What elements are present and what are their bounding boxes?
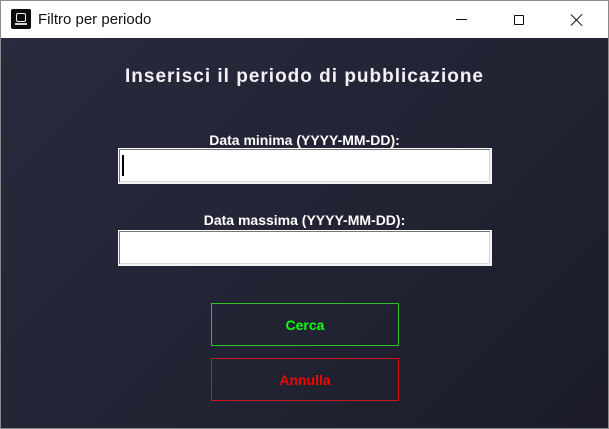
min-date-input[interactable]	[118, 148, 492, 184]
title-bar[interactable]: Filtro per periodo	[1, 1, 608, 38]
close-icon	[570, 13, 584, 27]
app-window: Filtro per periodo Inserisci il periodo …	[0, 0, 609, 429]
window-title: Filtro per periodo	[38, 11, 152, 28]
min-date-label: Data minima (YYYY-MM-DD):	[209, 132, 400, 148]
maximize-button[interactable]	[496, 1, 542, 38]
search-button[interactable]: Cerca	[211, 303, 399, 346]
max-date-input[interactable]	[118, 230, 492, 266]
text-cursor	[122, 155, 124, 176]
app-icon	[11, 9, 31, 29]
minimize-icon	[455, 19, 467, 20]
dialog-content: Inserisci il periodo di pubblicazione Da…	[1, 38, 608, 428]
close-button[interactable]	[554, 1, 600, 38]
maximize-icon	[514, 14, 524, 25]
minimize-button[interactable]	[438, 1, 484, 38]
max-date-label: Data massima (YYYY-MM-DD):	[203, 212, 406, 228]
cancel-button[interactable]: Annulla	[211, 358, 399, 401]
page-title: Inserisci il periodo di pubblicazione	[125, 66, 484, 87]
